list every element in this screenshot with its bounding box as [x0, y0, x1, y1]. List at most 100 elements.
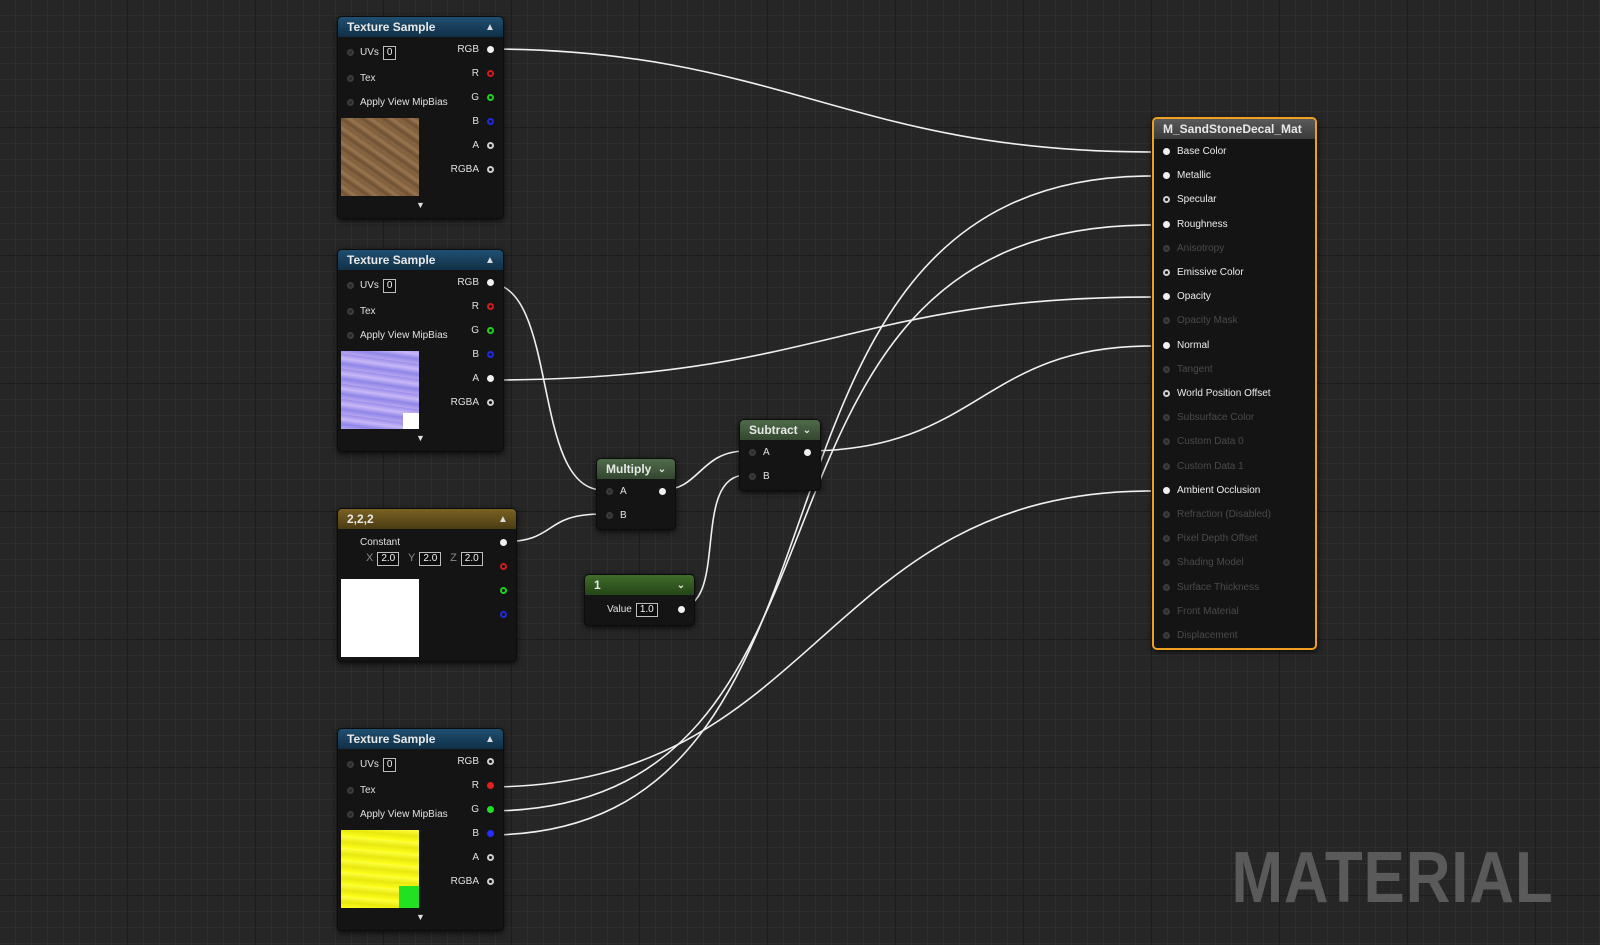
subtract-node[interactable]: Subtract ⌄ A B: [739, 419, 821, 491]
output-pin-b[interactable]: [500, 611, 507, 618]
output-pin-g[interactable]: [500, 587, 507, 594]
wire-tex3-b-to-metallic[interactable]: [487, 175, 1152, 836]
expand-chevron-icon[interactable]: ▼: [416, 433, 425, 443]
scalar-constant-node[interactable]: 1 ⌄ Value 1.0: [584, 574, 695, 626]
output-pin-g[interactable]: [487, 806, 494, 813]
output-pin-a[interactable]: [487, 854, 494, 861]
output-pin-a[interactable]: [487, 142, 494, 149]
collapse-icon[interactable]: ▲: [483, 22, 497, 33]
expand-chevron-icon[interactable]: ▼: [416, 200, 425, 210]
constant3-vector-node[interactable]: 2,2,2 ▲ Constant X 2.0 Y 2.0 Z 2.0: [337, 508, 517, 662]
tex-input-pin[interactable]: [347, 308, 354, 315]
texture-sample-node-2[interactable]: Texture Sample ▲ UVs 0 Tex Apply View Mip…: [337, 249, 504, 452]
material-input-pin[interactable]: [1163, 414, 1170, 422]
material-input-pin[interactable]: [1163, 438, 1170, 446]
output-pin[interactable]: [678, 606, 685, 613]
output-pin-rgb[interactable]: [500, 539, 507, 546]
node-header[interactable]: 1 ⌄: [585, 575, 694, 595]
uvs-value-field[interactable]: 0: [382, 758, 397, 772]
material-input-pin[interactable]: [1163, 390, 1170, 397]
uvs-value-field[interactable]: 0: [382, 279, 397, 293]
material-input-pin[interactable]: [1163, 269, 1170, 276]
node-header[interactable]: Subtract ⌄: [740, 420, 820, 440]
material-input-pin[interactable]: [1163, 583, 1170, 591]
texture-sample-node-1[interactable]: Texture Sample ▲ UVs 0 Tex Apply View Mip…: [337, 16, 504, 219]
output-pin-rgb[interactable]: [487, 758, 494, 765]
multiply-node[interactable]: Multiply ⌄ A B: [596, 458, 676, 530]
material-input-pin[interactable]: [1163, 317, 1170, 325]
output-pin-r[interactable]: [487, 70, 494, 77]
output-pin-rgb[interactable]: [487, 46, 494, 53]
node-header[interactable]: Multiply ⌄: [597, 459, 675, 479]
output-pin-r[interactable]: [487, 303, 494, 310]
uvs-input-pin[interactable]: [347, 761, 354, 768]
wire-tex3-r-to-ambient-occlusion[interactable]: [487, 490, 1152, 788]
chevron-down-icon[interactable]: ⌄: [800, 425, 814, 436]
wire-tex3-g-to-roughness[interactable]: [487, 224, 1152, 812]
value-field[interactable]: 1.0: [635, 603, 658, 617]
uvs-input-pin[interactable]: [347, 49, 354, 56]
tex-input-pin[interactable]: [347, 787, 354, 794]
node-title: 2,2,2: [347, 512, 374, 526]
node-header[interactable]: Texture Sample ▲: [338, 250, 503, 270]
output-pin-rgb[interactable]: [487, 279, 494, 286]
output-pin-b[interactable]: [487, 351, 494, 358]
node-header[interactable]: 2,2,2 ▲: [338, 509, 516, 529]
material-input-pin[interactable]: [1163, 511, 1170, 518]
output-pin-b[interactable]: [487, 830, 494, 837]
material-input-pin[interactable]: [1163, 462, 1170, 470]
mipbias-input-pin[interactable]: [347, 99, 354, 106]
collapse-icon[interactable]: ▲: [483, 255, 497, 266]
material-input-pin[interactable]: [1163, 196, 1170, 204]
output-pin[interactable]: [659, 488, 666, 495]
node-header[interactable]: Texture Sample ▲: [338, 729, 503, 749]
wire-subtract-to-normal[interactable]: [804, 345, 1152, 452]
wire-tex1-rgb-to-base-color[interactable]: [487, 48, 1152, 153]
tex-input-pin[interactable]: [347, 75, 354, 82]
input-pin-a[interactable]: [606, 488, 613, 495]
material-input-pin[interactable]: [1163, 607, 1170, 615]
material-input-pin[interactable]: [1163, 341, 1170, 349]
material-input-pin[interactable]: [1163, 365, 1170, 373]
material-input-pin[interactable]: [1163, 172, 1170, 180]
mipbias-input-pin[interactable]: [347, 332, 354, 339]
collapse-icon[interactable]: ▲: [496, 514, 510, 525]
output-pin-g[interactable]: [487, 327, 494, 334]
wire-tex2-rgb-to-multiply-a[interactable]: [487, 282, 604, 491]
input-pin-a[interactable]: [749, 449, 756, 456]
output-pin-g[interactable]: [487, 94, 494, 101]
material-input-pin[interactable]: [1163, 486, 1170, 494]
output-pin-b[interactable]: [487, 118, 494, 125]
output-pin-rgba[interactable]: [487, 399, 494, 406]
material-result-node[interactable]: M_SandStoneDecal_Mat Base Color Metallic S…: [1152, 117, 1317, 650]
output-pin-a[interactable]: [487, 375, 494, 382]
collapse-icon[interactable]: ▲: [483, 734, 497, 745]
output-pin-r[interactable]: [500, 563, 507, 570]
node-header[interactable]: M_SandStoneDecal_Mat: [1154, 119, 1315, 139]
node-header[interactable]: Texture Sample ▲: [338, 17, 503, 37]
x-value-field[interactable]: 2.0: [377, 552, 400, 566]
texture-sample-node-3[interactable]: Texture Sample ▲ UVs 0 Tex Apply View Mip…: [337, 728, 504, 931]
expand-chevron-icon[interactable]: ▼: [416, 912, 425, 922]
z-value-field[interactable]: 2.0: [460, 552, 483, 566]
material-input-pin[interactable]: [1163, 559, 1170, 567]
y-value-field[interactable]: 2.0: [419, 552, 442, 566]
material-input-pin[interactable]: [1163, 293, 1170, 301]
input-pin-b[interactable]: [749, 473, 756, 480]
material-input-pin[interactable]: [1163, 148, 1170, 155]
material-input-pin[interactable]: [1163, 244, 1170, 252]
output-pin-rgba[interactable]: [487, 878, 494, 885]
uvs-input-pin[interactable]: [347, 282, 354, 289]
chevron-down-icon[interactable]: ⌄: [674, 580, 688, 591]
material-input-pin[interactable]: [1163, 535, 1170, 543]
material-input-pin[interactable]: [1163, 632, 1170, 639]
output-pin-r[interactable]: [487, 782, 494, 789]
material-input-pin[interactable]: [1163, 220, 1170, 228]
chevron-down-icon[interactable]: ⌄: [655, 464, 669, 475]
output-pin-rgba[interactable]: [487, 166, 494, 173]
input-pin-b[interactable]: [606, 512, 613, 519]
mipbias-input-pin[interactable]: [347, 811, 354, 818]
wire-tex2-a-to-opacity[interactable]: [487, 296, 1152, 381]
uvs-value-field[interactable]: 0: [382, 46, 397, 60]
output-pin[interactable]: [804, 449, 811, 456]
